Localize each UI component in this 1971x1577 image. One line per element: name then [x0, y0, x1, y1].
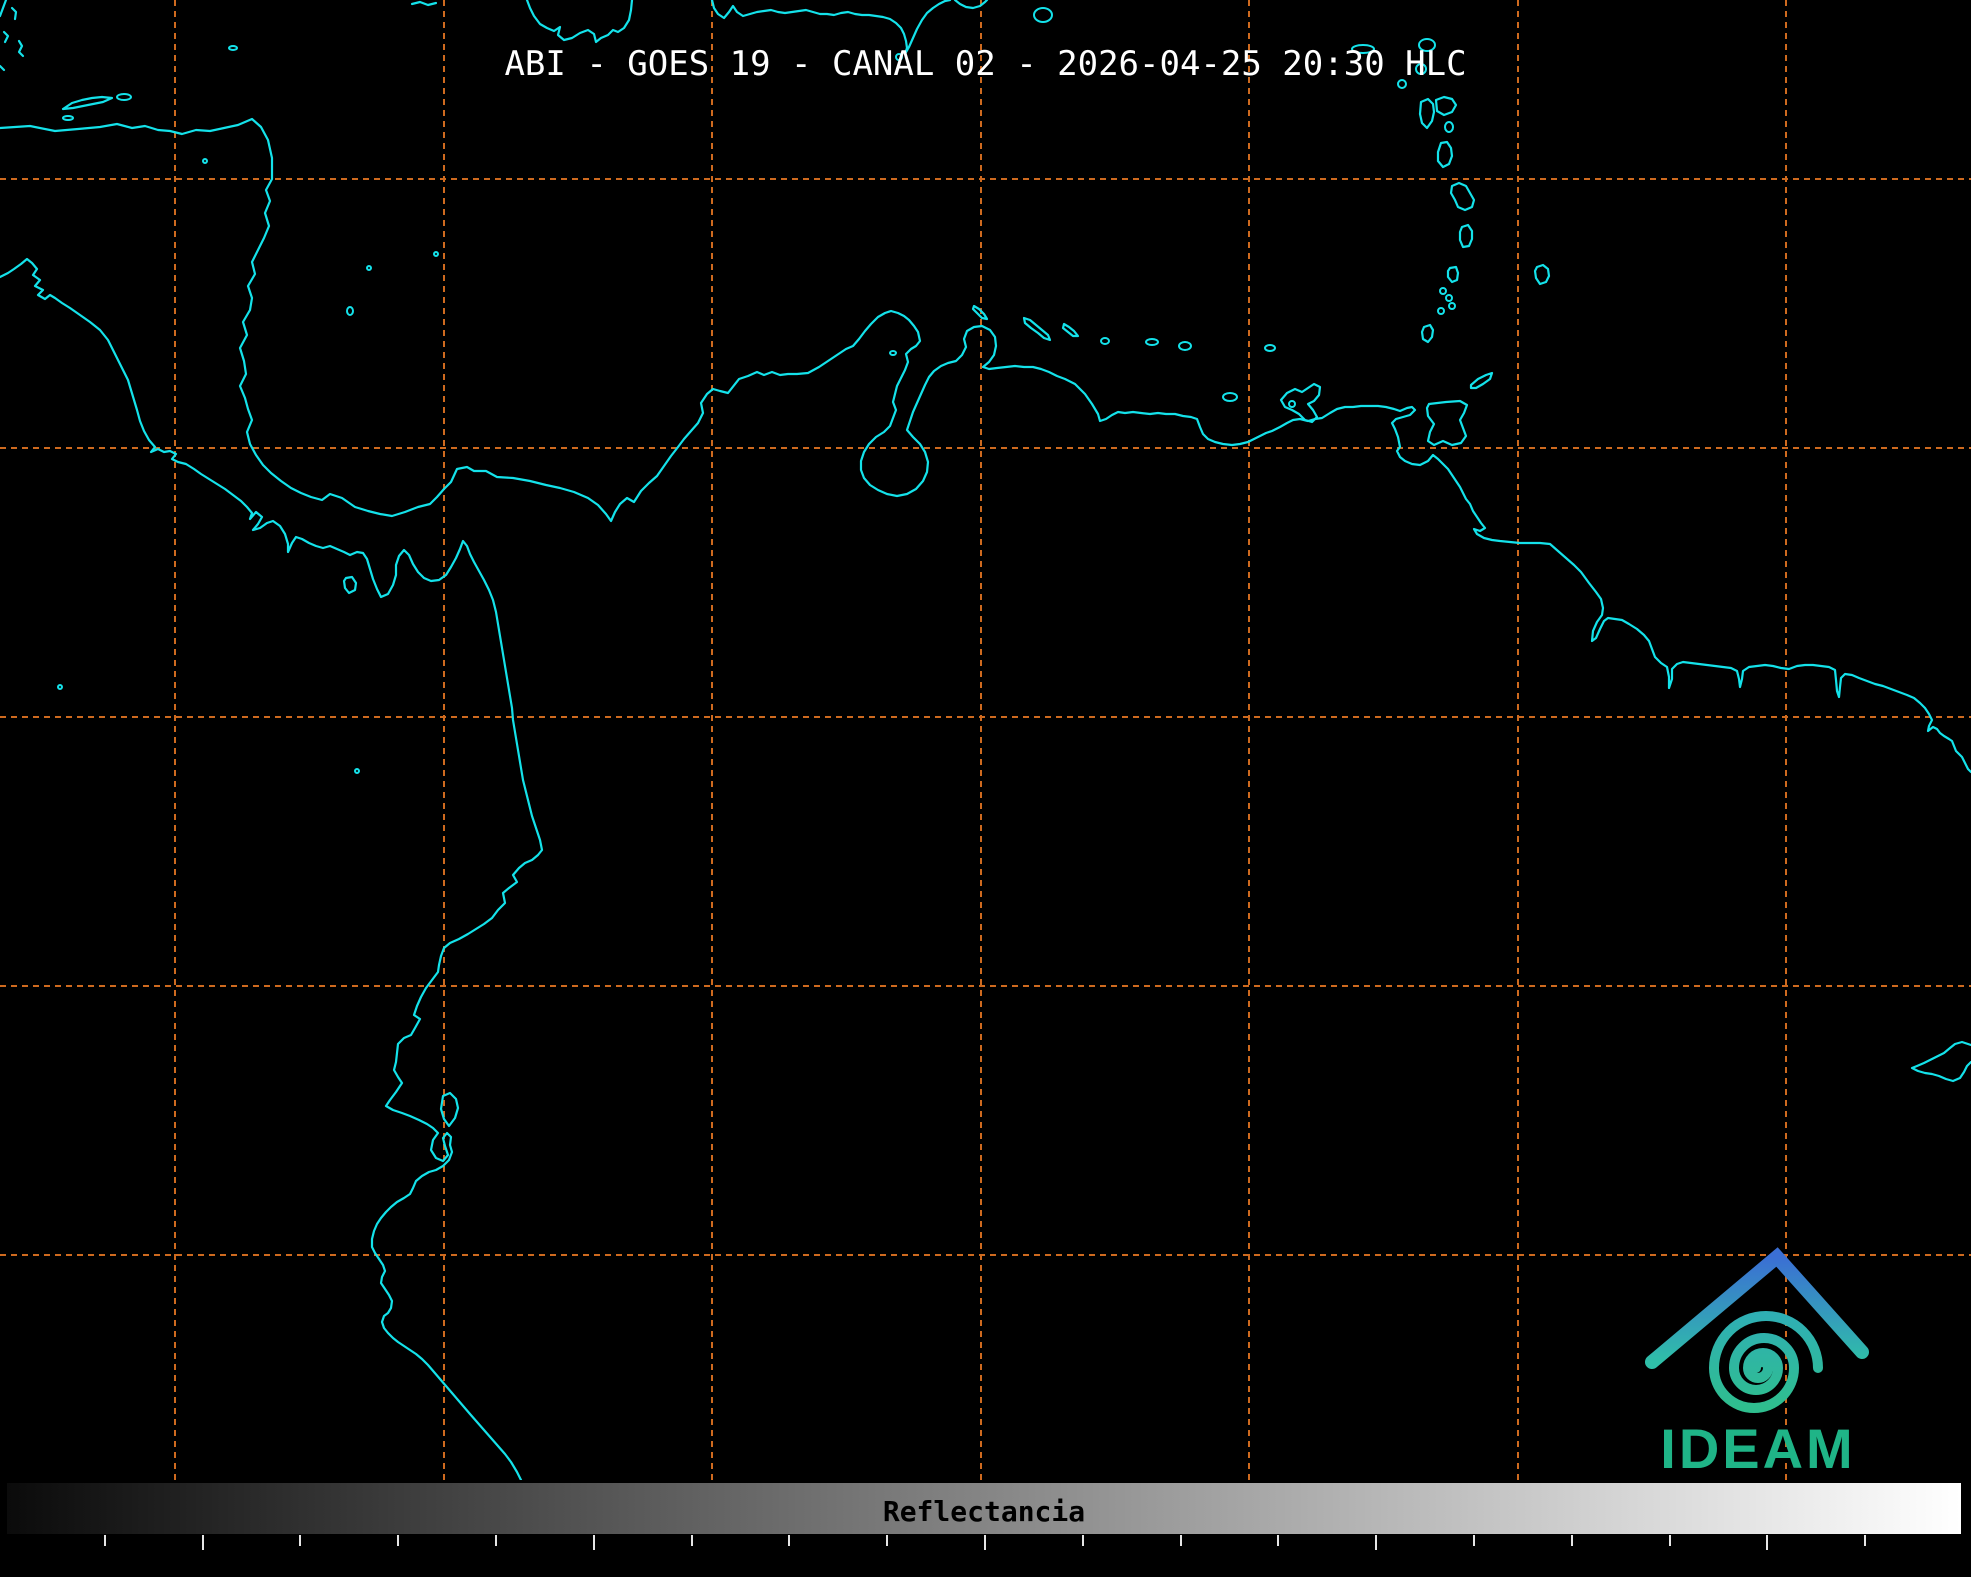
colorbar: Reflectancia 0.10.30.50.70.9: [0, 1480, 1971, 1577]
colorbar-tick: [1082, 1535, 1084, 1546]
colorbar-label: Reflectancia: [7, 1495, 1961, 1528]
colorbar-gradient: Reflectancia: [6, 1482, 1962, 1535]
logo-mountain-roof-icon: [1652, 1257, 1862, 1362]
colorbar-tick: [495, 1535, 497, 1546]
colorbar-tick: [202, 1535, 204, 1550]
colorbar-tick: [1766, 1535, 1768, 1550]
colorbar-tick: [984, 1535, 986, 1550]
colorbar-tick: [593, 1535, 595, 1550]
colorbar-tick: [1473, 1535, 1475, 1546]
colorbar-tick: [397, 1535, 399, 1546]
colorbar-tick: [1864, 1535, 1866, 1546]
product-title: ABI - GOES 19 - CANAL 02 - 2026-04-25 20…: [504, 44, 1466, 84]
satellite-product-view: ABI - GOES 19 - CANAL 02 - 2026-04-25 20…: [0, 0, 1971, 1577]
logo-hurricane-spiral-icon: [1714, 1316, 1818, 1408]
colorbar-tick: [1375, 1535, 1377, 1550]
colorbar-tick: [691, 1535, 693, 1546]
ideam-logo: IDEAM: [1600, 1230, 1930, 1490]
colorbar-tick: [299, 1535, 301, 1546]
colorbar-tick: [1277, 1535, 1279, 1546]
colorbar-tick: [1571, 1535, 1573, 1546]
logo-wordmark: IDEAM: [1660, 1417, 1855, 1480]
colorbar-tick: [1669, 1535, 1671, 1546]
colorbar-tick: [1180, 1535, 1182, 1546]
colorbar-tick: [788, 1535, 790, 1546]
colorbar-tick: [886, 1535, 888, 1546]
colorbar-tick: [104, 1535, 106, 1546]
